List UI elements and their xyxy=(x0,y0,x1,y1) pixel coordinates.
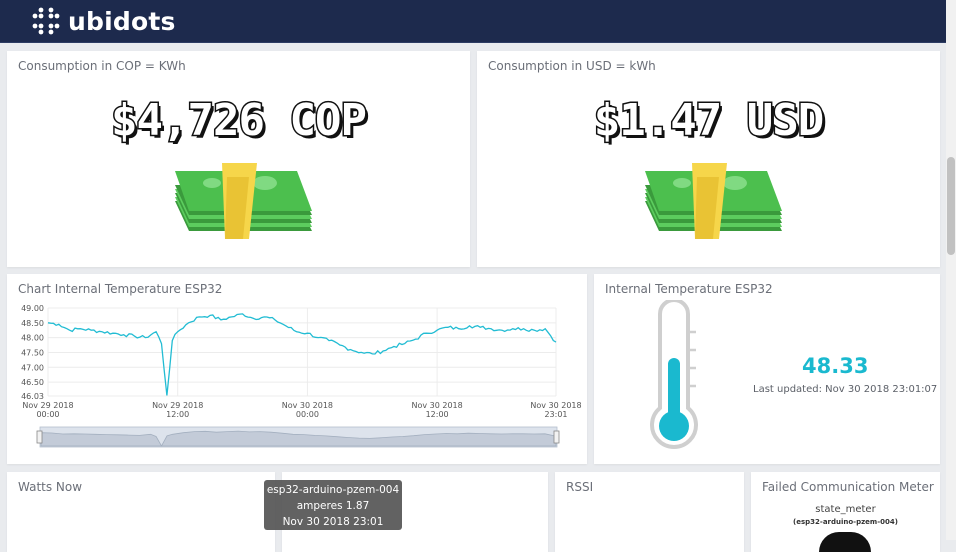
cop-value: $4,726 COP xyxy=(110,94,369,148)
y-tick-label: 46.50 xyxy=(21,378,44,387)
x-tick-label: Nov 29 2018 xyxy=(22,401,73,410)
money-stack-icon xyxy=(645,163,782,239)
failed-communication-widget: Failed Communication Meter state_meter (… xyxy=(751,472,940,552)
usd-value: $1.47 USD xyxy=(592,94,825,148)
range-handle-right[interactable] xyxy=(553,430,560,444)
y-tick-label: 46.03 xyxy=(21,392,44,401)
money-stack-icon xyxy=(175,163,312,239)
gauge-indicator xyxy=(819,532,871,552)
tooltip-device: esp32-arduino-pzem-004 xyxy=(266,484,400,496)
scrollbar-thumb[interactable] xyxy=(947,157,955,255)
logo-text: ubidots xyxy=(68,6,176,36)
range-handle-left[interactable] xyxy=(36,430,43,444)
chart-tooltip: esp32-arduino-pzem-004 amperes 1.87 Nov … xyxy=(264,480,402,530)
consumption-usd-widget: Consumption in USD = kWh $1.47 USD xyxy=(477,51,940,267)
x-tick-label: Nov 30 2018 xyxy=(530,401,581,410)
widget-title: Watts Now xyxy=(18,480,83,494)
y-tick-label: 47.50 xyxy=(21,348,44,357)
series-line xyxy=(47,313,557,396)
widget-title: Failed Communication Meter xyxy=(762,480,934,494)
x-tick-label: 12:00 xyxy=(426,410,449,419)
x-tick-label: 00:00 xyxy=(296,410,319,419)
widget-title: Consumption in USD = kWh xyxy=(488,59,656,73)
widget-title: Internal Temperature ESP32 xyxy=(605,282,773,296)
x-tick-label: Nov 30 2018 xyxy=(282,401,333,410)
consumption-cop-widget: Consumption in COP = KWh $4,726 COP xyxy=(7,51,470,267)
tooltip-time: Nov 30 2018 23:01 xyxy=(282,516,384,528)
range-navigator[interactable] xyxy=(36,426,560,448)
temperature-value: 48.33 xyxy=(802,354,869,378)
device-name: (esp32-arduino-pzem-004) xyxy=(793,518,898,526)
tooltip-reading: amperes 1.87 xyxy=(296,500,370,512)
ubidots-logo-icon xyxy=(32,7,60,35)
widget-title: Consumption in COP = KWh xyxy=(18,59,186,73)
y-tick-label: 48.50 xyxy=(21,319,44,328)
top-navigation-bar: ubidots xyxy=(0,0,946,43)
variable-name: state_meter xyxy=(815,504,876,515)
y-tick-label: 49.00 xyxy=(21,304,44,313)
x-tick-label: 23:01 xyxy=(544,410,567,419)
thermometer-icon xyxy=(650,300,698,449)
x-tick-label: 12:00 xyxy=(166,410,189,419)
x-tick-label: Nov 30 2018 xyxy=(411,401,462,410)
temperature-line-chart[interactable]: 49.00 48.50 48.00 47.50 47.00 46.50 46.03 Nov … xyxy=(7,274,587,464)
page-scrollbar[interactable] xyxy=(946,0,956,540)
widget-title: RSSI xyxy=(566,480,594,494)
x-tick-label: Nov 29 2018 xyxy=(152,401,203,410)
ubidots-logo[interactable]: ubidots xyxy=(32,6,176,36)
internal-temperature-widget: Internal Temperature ESP32 48.33 Last up… xyxy=(594,274,940,464)
last-updated-text: Last updated: Nov 30 2018 23:01:07 xyxy=(753,384,938,395)
y-tick-label: 48.00 xyxy=(21,334,44,343)
watts-now-widget: Watts Now xyxy=(7,472,275,552)
y-tick-label: 47.00 xyxy=(21,363,44,372)
temperature-chart-widget: Chart Internal Temperature ESP32 49.00 48… xyxy=(7,274,587,464)
rssi-widget: RSSI xyxy=(555,472,744,552)
x-tick-label: 00:00 xyxy=(36,410,59,419)
